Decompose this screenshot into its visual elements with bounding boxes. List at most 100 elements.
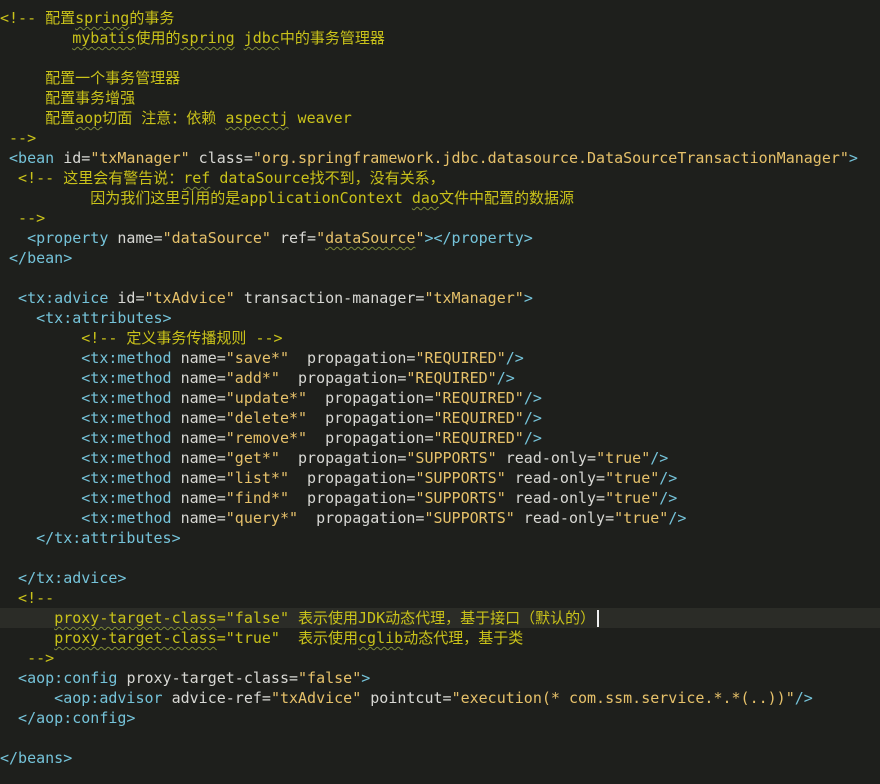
code-token: <tx:method [0,489,181,507]
code-line[interactable]: 配置一个事务管理器 [0,68,880,88]
code-token: "org.springframework.jdbc.datasource.Dat… [252,149,849,167]
code-line[interactable]: </tx:advice> [0,568,880,588]
code-token: name= [180,349,226,367]
code-token: dataSource [325,229,416,247]
code-line[interactable]: <bean id="txManager" class="org.springfr… [0,148,880,168]
code-token: 因为我们这里引用的是applicationContext [0,189,412,207]
code-token: "REQUIRED" [415,349,506,367]
code-token: propagation= [307,409,434,427]
code-token: ref= [270,229,317,247]
code-line[interactable]: <tx:advice id="txAdvice" transaction-man… [0,288,880,308]
code-token: > [361,669,371,687]
code-token: name= [117,229,163,247]
code-token: "update*" [225,389,308,407]
code-line[interactable]: --> [0,648,880,668]
code-line[interactable]: <tx:method name="add*" propagation="REQU… [0,368,880,388]
code-line[interactable]: </tx:attributes> [0,528,880,548]
code-token: propagation= [307,389,434,407]
code-line[interactable]: <tx:method name="find*" propagation="SUP… [0,488,880,508]
code-token: class= [189,149,253,167]
code-line[interactable]: <tx:method name="list*" propagation="SUP… [0,468,880,488]
code-line[interactable]: <tx:method name="save*" propagation="REQ… [0,348,880,368]
code-line[interactable]: <tx:method name="update*" propagation="R… [0,388,880,408]
code-line[interactable]: <!-- [0,588,880,608]
code-token: jdbc [243,29,280,47]
code-line[interactable]: proxy-target-class="false" 表示使用JDK动态代理，基… [0,608,880,628]
code-line[interactable]: 配置事务增强 [0,88,880,108]
code-token: "find*" [225,489,289,507]
code-editor[interactable]: <!-- 配置spring的事务 mybatis使用的spring jdbc中的… [0,0,880,784]
code-token: <tx:method [0,509,181,527]
code-token: "delete*" [225,409,308,427]
code-token: > [848,149,858,167]
code-token: 配置 [0,109,76,127]
code-token: /> [496,369,515,387]
code-token: "SUPPORTS" [415,489,506,507]
code-token: propagation= [307,429,434,447]
code-token: 配置事务增强 [0,89,136,107]
code-line[interactable]: <property name="dataSource" ref="dataSou… [0,228,880,248]
code-token: propagation= [289,469,416,487]
code-token: "remove*" [225,429,308,447]
code-line[interactable] [0,548,880,568]
code-line[interactable]: <!-- 定义事务传播规则 --> [0,328,880,348]
code-line[interactable]: mybatis使用的spring jdbc中的事务管理器 [0,28,880,48]
code-line[interactable]: 配置aop切面 注意：依赖 aspectj weaver [0,108,880,128]
code-token: "execution(* com.ssm.service.*.*(..))" [451,689,795,707]
code-token: </tx:advice> [0,569,127,587]
code-token: "query*" [225,509,299,527]
code-token: weaver [288,109,352,127]
code-token: 切面 注意：依赖 [102,109,226,127]
code-token: name= [180,409,226,427]
code-token: proxy-target-class [54,609,217,627]
code-token: <!-- [0,589,55,607]
code-token: /> [794,689,813,707]
code-line[interactable] [0,728,880,748]
code-token: /> [505,349,524,367]
code-token: "list*" [225,469,289,487]
code-line[interactable]: <tx:attributes> [0,308,880,328]
code-line[interactable]: <tx:method name="delete*" propagation="R… [0,408,880,428]
code-token: </tx:attributes> [0,529,181,547]
code-token: <tx:advice [0,289,118,307]
code-token: "true" [596,449,651,467]
code-line[interactable] [0,268,880,288]
code-line[interactable]: <aop:config proxy-target-class="false"> [0,668,880,688]
code-token: ="false" 表示使用JDK动态代理，基于接口（默认的） [216,609,596,627]
code-token: "REQUIRED" [433,409,524,427]
code-line[interactable]: <tx:method name="query*" propagation="SU… [0,508,880,528]
code-token: /> [650,449,669,467]
code-line[interactable]: </aop:config> [0,708,880,728]
code-line[interactable]: <tx:method name="remove*" propagation="R… [0,428,880,448]
code-line[interactable]: </beans> [0,748,880,768]
code-line[interactable]: 因为我们这里引用的是applicationContext dao文件中配置的数据… [0,188,880,208]
code-token: propagation= [279,449,407,467]
code-line[interactable]: <aop:advisor advice-ref="txAdvice" point… [0,688,880,708]
code-token: <bean [0,149,64,167]
code-line[interactable]: <tx:method name="get*" propagation="SUPP… [0,448,880,468]
code-line[interactable]: proxy-target-class="true" 表示使用cglib动态代理，… [0,628,880,648]
code-line[interactable]: --> [0,208,880,228]
code-token: aop [75,109,103,127]
code-token: name= [180,489,226,507]
code-line[interactable] [0,48,880,68]
code-token: "txManager" [90,149,190,167]
code-token: "REQUIRED" [433,389,524,407]
code-token: "REQUIRED" [406,369,497,387]
code-token: "add*" [225,369,280,387]
code-token: 动态代理，基于类 [403,629,524,647]
code-token: name= [180,389,226,407]
code-token: /> [523,389,542,407]
code-line[interactable]: <!-- 这里会有警告说：ref dataSource找不到，没有关系， [0,168,880,188]
code-token: propagation= [279,369,407,387]
code-token: 使用的 [135,29,181,47]
code-line[interactable]: </bean> [0,248,880,268]
code-token: aspectj [225,109,289,127]
code-token: /> [659,489,678,507]
code-line[interactable]: --> [0,128,880,148]
code-token: 配置一个事务管理器 [0,69,181,87]
code-token: id= [63,149,91,167]
code-token: read-only= [505,469,606,487]
code-line[interactable]: <!-- 配置spring的事务 [0,8,880,28]
code-token: "txAdvice" [144,289,235,307]
